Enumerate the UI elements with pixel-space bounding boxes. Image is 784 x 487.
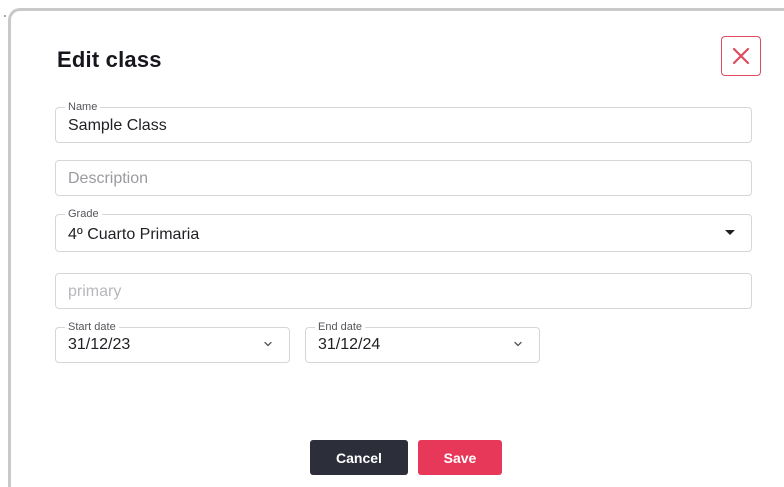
cancel-button[interactable]: Cancel — [310, 440, 408, 475]
name-label: Name — [65, 100, 101, 114]
name-value: Sample Class — [68, 117, 167, 134]
description-field[interactable]: Description — [55, 160, 752, 196]
level-placeholder: primary — [68, 283, 122, 300]
save-button[interactable]: Save — [418, 440, 502, 475]
chevron-down-icon — [264, 341, 272, 347]
end-date-label: End date — [315, 320, 366, 334]
start-date-value: 31/12/23 — [68, 336, 131, 353]
end-date-value: 31/12/24 — [318, 336, 381, 353]
dropdown-caret-icon — [725, 230, 735, 235]
grade-value: 4º Cuarto Primaria — [68, 226, 200, 243]
level-field[interactable]: primary — [55, 273, 752, 309]
end-date-picker[interactable]: End date 31/12/24 — [305, 320, 540, 363]
backdrop-dot — [4, 15, 6, 17]
chevron-down-icon — [514, 341, 522, 347]
name-field[interactable]: Name Sample Class — [55, 100, 752, 143]
edit-class-dialog: Edit class Name Sample Class Description… — [8, 8, 784, 487]
close-button[interactable] — [721, 36, 761, 76]
start-date-label: Start date — [65, 320, 119, 334]
grade-label: Grade — [65, 207, 102, 221]
description-placeholder: Description — [68, 170, 149, 187]
close-x-icon — [732, 47, 750, 65]
grade-select[interactable]: Grade 4º Cuarto Primaria — [55, 207, 752, 252]
start-date-picker[interactable]: Start date 31/12/23 — [55, 320, 290, 363]
dialog-title: Edit class — [57, 47, 162, 72]
